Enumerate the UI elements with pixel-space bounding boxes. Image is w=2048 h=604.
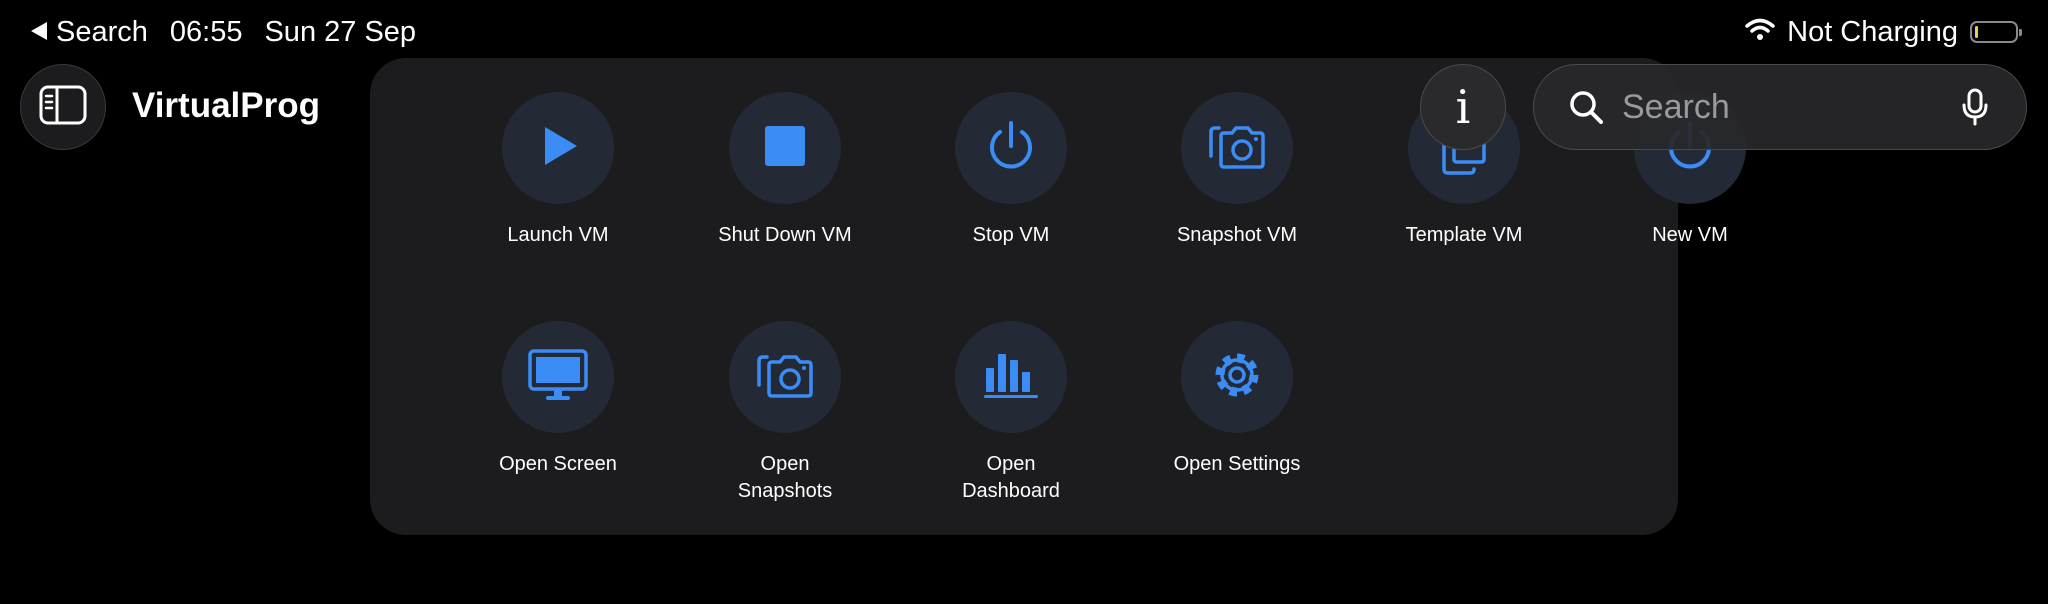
shut-down-vm-button[interactable]: Shut Down VM: [685, 92, 885, 249]
action-icon-circle[interactable]: [1181, 92, 1293, 204]
battery-icon: [1970, 21, 2022, 43]
action-label: Shut Down VM: [718, 224, 852, 246]
action-icon-circle[interactable]: [729, 321, 841, 433]
status-date: Sun 27 Sep: [264, 15, 417, 48]
status-bar-left: Search 06:55 Sun 27 Sep: [30, 14, 416, 50]
open-snapshots-button[interactable]: Open Snapshots: [685, 321, 885, 505]
launch-vm-button[interactable]: Launch VM: [458, 92, 658, 249]
back-label[interactable]: Search: [56, 16, 148, 49]
action-icon-circle[interactable]: [955, 92, 1067, 204]
search-input[interactable]: Search: [1622, 88, 1962, 127]
status-bar-right: Not Charging: [1745, 14, 2022, 50]
action-label: Open Screen: [499, 453, 617, 475]
search-icon: [1568, 89, 1604, 125]
status-time: 06:55: [169, 15, 243, 48]
open-screen-button[interactable]: Open Screen: [458, 321, 658, 478]
action-label: Template VM: [1405, 224, 1523, 246]
bar-chart-icon: [983, 350, 1039, 405]
back-to-search[interactable]: Search: [30, 16, 148, 49]
open-dashboard-button[interactable]: Open Dashboard: [911, 321, 1111, 505]
action-icon-circle[interactable]: [729, 92, 841, 204]
camera-stack-icon: [1205, 118, 1269, 179]
charging-status: Not Charging: [1787, 15, 1958, 48]
action-icon-circle[interactable]: [502, 92, 614, 204]
open-settings-button[interactable]: Open Settings: [1137, 321, 1337, 478]
stop-vm-button[interactable]: Stop VM: [911, 92, 1111, 249]
sidebar-icon: [39, 85, 87, 130]
action-label: Open Snapshots: [737, 453, 833, 502]
action-icon-circle[interactable]: [502, 321, 614, 433]
info-icon: i: [1455, 80, 1471, 134]
snapshot-vm-button[interactable]: Snapshot VM: [1137, 92, 1337, 249]
page-title: VirtualProg: [132, 86, 321, 125]
action-label: Open Dashboard: [962, 453, 1060, 502]
action-icon-circle[interactable]: [955, 321, 1067, 433]
action-label: Open Settings: [1173, 453, 1301, 475]
back-arrow-icon: [30, 16, 48, 49]
action-icon-circle[interactable]: [1181, 321, 1293, 433]
action-label: Launch VM: [507, 224, 609, 246]
display-icon: [526, 347, 590, 408]
power-icon: [983, 118, 1039, 179]
camera-stack-icon: [753, 347, 817, 408]
sidebar-toggle-button[interactable]: [20, 64, 106, 150]
play-icon: [533, 121, 583, 176]
search-field[interactable]: Search: [1533, 64, 2027, 150]
action-label: New VM: [1652, 224, 1728, 246]
gear-icon: [1209, 347, 1265, 408]
action-label: Snapshot VM: [1176, 224, 1298, 246]
action-label: Stop VM: [972, 224, 1050, 246]
microphone-icon[interactable]: [1962, 88, 1988, 126]
wifi-icon: [1745, 16, 1775, 49]
stop-square-icon: [763, 124, 807, 173]
info-button[interactable]: i: [1420, 64, 1506, 150]
